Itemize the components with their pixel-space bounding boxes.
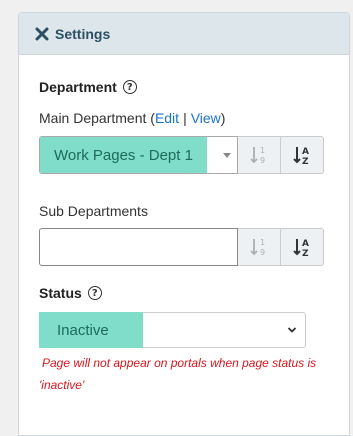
sort-alpha-icon: A Z	[293, 239, 309, 258]
sub-departments-label: Sub Departments	[39, 203, 148, 219]
svg-text:9: 9	[260, 248, 265, 257]
department-title: Department	[39, 79, 117, 95]
svg-text:A: A	[302, 147, 309, 157]
sort-alpha-button[interactable]: A Z	[281, 228, 324, 266]
sort-alpha-icon: A Z	[293, 147, 309, 166]
main-department-row: Work Pages - Dept 1 1 9 A Z	[39, 136, 324, 174]
edit-link[interactable]: Edit	[155, 110, 179, 126]
sort-alpha-button[interactable]: A Z	[281, 136, 324, 174]
view-link[interactable]: View	[191, 110, 221, 126]
main-department-select[interactable]: Work Pages - Dept 1	[39, 136, 238, 174]
link-separator: |	[183, 110, 187, 126]
settings-title: Settings	[55, 25, 111, 42]
svg-text:1: 1	[260, 238, 265, 247]
main-department-text: Main Department (	[39, 110, 155, 126]
main-department-close: )	[220, 110, 226, 126]
svg-text:Z: Z	[302, 249, 309, 258]
chevron-down-icon[interactable]	[287, 325, 297, 335]
sub-departments-row: 1 9 A Z	[39, 228, 324, 266]
chevron-down-icon[interactable]	[223, 153, 231, 158]
close-x-icon[interactable]	[35, 27, 49, 41]
status-chip[interactable]: Inactive	[39, 312, 143, 348]
settings-panel: Settings Department ? Main Department (E…	[18, 12, 350, 436]
help-icon[interactable]: ?	[122, 80, 137, 94]
status-warning: Page will not appear on portals when pag…	[39, 356, 317, 392]
sub-departments-select[interactable]	[39, 228, 238, 266]
sort-numeric-button[interactable]: 1 9	[238, 228, 281, 266]
svg-text:A: A	[302, 239, 309, 249]
main-department-label: Main Department (Edit | View)	[39, 110, 225, 126]
help-icon[interactable]: ?	[87, 286, 102, 300]
settings-header[interactable]: Settings	[19, 13, 349, 55]
svg-text:9: 9	[260, 156, 265, 165]
sort-numeric-button[interactable]: 1 9	[238, 136, 281, 174]
status-title: Status	[39, 285, 82, 301]
sort-numeric-icon: 1 9	[250, 238, 265, 257]
department-heading: Department ?	[39, 79, 137, 95]
sort-numeric-icon: 1 9	[250, 146, 265, 165]
main-department-chip[interactable]: Work Pages - Dept 1	[40, 137, 207, 173]
status-select[interactable]: Inactive	[39, 312, 306, 348]
svg-text:1: 1	[260, 146, 265, 155]
svg-text:Z: Z	[302, 157, 309, 166]
status-heading: Status ?	[39, 285, 102, 301]
